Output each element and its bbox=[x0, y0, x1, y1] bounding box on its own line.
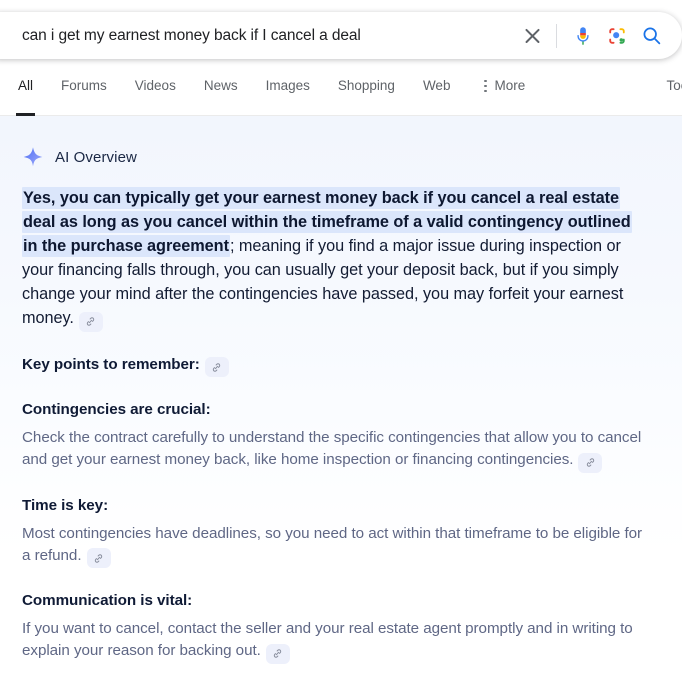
kebab-menu-icon bbox=[478, 77, 492, 95]
tabs-list: All Forums Videos News Images Shopping W… bbox=[15, 72, 666, 116]
ai-section-contingencies: Contingencies are crucial: Check the con… bbox=[22, 399, 648, 473]
section-heading: Time is key: bbox=[22, 496, 109, 514]
tab-label: Web bbox=[422, 78, 451, 93]
section-heading: Communication is vital: bbox=[22, 592, 193, 609]
link-icon bbox=[586, 458, 595, 467]
sparkle-icon bbox=[23, 147, 43, 167]
close-icon bbox=[523, 26, 542, 45]
section-body: If you want to cancel, contact the selle… bbox=[22, 618, 648, 664]
ai-section-communication: Communication is vital: If you want to c… bbox=[22, 590, 648, 664]
search-icon bbox=[643, 27, 660, 45]
search-divider bbox=[556, 23, 557, 48]
ai-overview-content: Yes, you can typically get your earnest … bbox=[22, 172, 648, 664]
search-input[interactable] bbox=[22, 26, 515, 45]
section-body: Most contingencies have deadlines, so yo… bbox=[22, 523, 648, 568]
more-label: More bbox=[494, 78, 526, 93]
google-lens-icon bbox=[609, 27, 625, 44]
ai-overview-header: AI Overview bbox=[22, 116, 648, 172]
tab-label: Images bbox=[265, 78, 310, 93]
section-body-text: Most contingencies have deadlines, so yo… bbox=[22, 524, 643, 564]
search-box[interactable] bbox=[0, 12, 682, 59]
more-filters-button[interactable]: More bbox=[478, 72, 525, 116]
tab-label: Forums bbox=[61, 78, 107, 93]
tab-all[interactable]: All bbox=[15, 72, 36, 116]
tab-label: Shopping bbox=[337, 78, 395, 93]
section-body: Check the contract carefully to understa… bbox=[22, 427, 648, 473]
tools-button[interactable]: Tools bbox=[666, 72, 682, 95]
key-points-heading-row: Key points to remember: bbox=[22, 354, 648, 377]
search-header bbox=[0, 0, 682, 72]
search-filter-tabs: All Forums Videos News Images Shopping W… bbox=[0, 72, 682, 116]
microphone-icon bbox=[577, 26, 589, 45]
section-heading: Contingencies are crucial: bbox=[22, 401, 211, 418]
search-box-actions bbox=[515, 19, 668, 53]
ai-overview-panel: AI Overview Yes, you can typically get y… bbox=[0, 116, 682, 676]
tab-forums[interactable]: Forums bbox=[61, 72, 107, 116]
tab-label: Videos bbox=[134, 78, 176, 93]
tab-web[interactable]: Web bbox=[423, 72, 451, 116]
link-icon bbox=[274, 649, 282, 658]
ai-overview-summary: Yes, you can typically get your earnest … bbox=[22, 186, 648, 332]
tools-label: Tools bbox=[666, 78, 682, 93]
citation-badge[interactable] bbox=[204, 357, 229, 377]
key-points-heading: Key points to remember: bbox=[22, 355, 200, 373]
link-icon bbox=[87, 317, 95, 326]
section-body-text: Check the contract carefully to understa… bbox=[22, 429, 642, 468]
citation-badge[interactable] bbox=[265, 643, 290, 664]
search-submit-button[interactable] bbox=[634, 19, 668, 53]
link-icon bbox=[94, 553, 103, 563]
tab-news[interactable]: News bbox=[204, 72, 238, 116]
ai-overview-title: AI Overview bbox=[55, 148, 137, 166]
section-body-text: If you want to cancel, contact the selle… bbox=[22, 620, 633, 659]
clear-search-button[interactable] bbox=[515, 19, 549, 53]
ai-section-time: Time is key: Most contingencies have dea… bbox=[22, 495, 648, 568]
voice-search-button[interactable] bbox=[566, 19, 600, 53]
citation-badge[interactable] bbox=[78, 311, 103, 332]
tab-label: News bbox=[203, 78, 238, 93]
tab-videos[interactable]: Videos bbox=[135, 72, 176, 116]
citation-badge[interactable] bbox=[86, 548, 111, 568]
lens-search-button[interactable] bbox=[600, 19, 634, 53]
tab-label: All bbox=[18, 78, 34, 93]
key-points-block: Key points to remember: bbox=[22, 354, 648, 377]
link-icon bbox=[213, 362, 221, 372]
tab-shopping[interactable]: Shopping bbox=[338, 72, 395, 116]
tab-images[interactable]: Images bbox=[266, 72, 310, 116]
citation-badge[interactable] bbox=[578, 452, 603, 473]
